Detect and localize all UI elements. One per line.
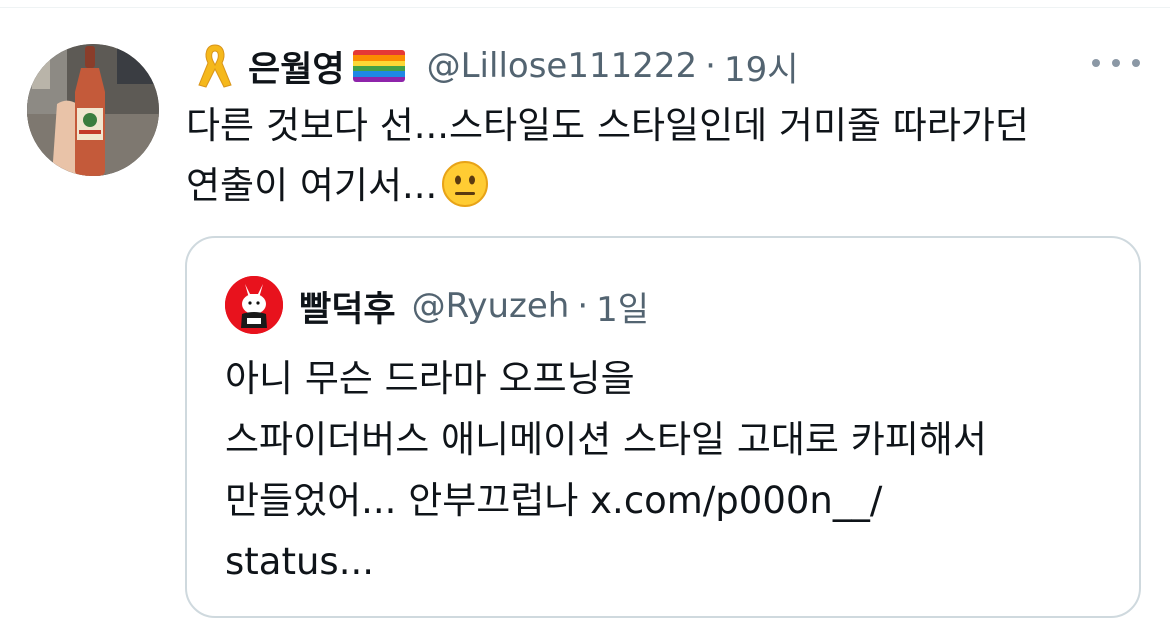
yellow-ribbon-icon xyxy=(198,44,232,88)
tweet-text-line-content: 연출이 여기서... xyxy=(186,164,438,207)
quote-display-name[interactable]: 빨덕후 xyxy=(299,281,396,332)
quote-time[interactable]: 1일 xyxy=(596,282,649,331)
avatar-photo xyxy=(27,44,159,176)
quote-avatar-image xyxy=(225,276,283,334)
top-divider xyxy=(0,7,1170,8)
dot-separator: · xyxy=(705,46,716,86)
tweet-time[interactable]: 19시 xyxy=(724,42,799,91)
rainbow-flag-icon xyxy=(352,50,405,82)
display-name[interactable]: 은월영 xyxy=(248,41,345,92)
more-options-icon[interactable] xyxy=(1092,50,1140,76)
tweet-text-line: 다른 것보다 선...스타일도 스타일인데 거미줄 따라가던 xyxy=(186,104,1029,147)
quote-header: 빨덕후 @Ryuzeh · 1일 xyxy=(299,280,649,332)
neutral-face-icon xyxy=(442,161,489,207)
tweet-text-line: 연출이 여기서... xyxy=(186,156,1146,216)
user-handle[interactable]: @Lillose111222 xyxy=(427,46,698,86)
quote-text-line: 만들었어... 안부끄럽나 x.com/p000n__/ xyxy=(225,479,883,522)
tweet-header: 은월영 @Lillose111222 · 19시 xyxy=(196,38,798,94)
quote-avatar[interactable] xyxy=(225,276,283,334)
quote-text: 아니 무슨 드라마 오프닝을 스파이더버스 애니메이션 스타일 고대로 카피해서… xyxy=(225,348,1125,592)
avatar[interactable] xyxy=(27,44,159,176)
dot-separator: · xyxy=(577,286,589,326)
quote-text-line: status... xyxy=(225,540,374,583)
quote-user-handle[interactable]: @Ryuzeh xyxy=(412,286,570,326)
quoted-tweet[interactable]: 빨덕후 @Ryuzeh · 1일 아니 무슨 드라마 오프닝을 스파이더버스 애… xyxy=(185,236,1141,618)
quote-text-line: 스파이더버스 애니메이션 스타일 고대로 카피해서 xyxy=(225,418,987,461)
tweet-text: 다른 것보다 선...스타일도 스타일인데 거미줄 따라가던 연출이 여기서..… xyxy=(186,96,1146,216)
quote-text-line: 아니 무슨 드라마 오프닝을 xyxy=(225,357,635,400)
